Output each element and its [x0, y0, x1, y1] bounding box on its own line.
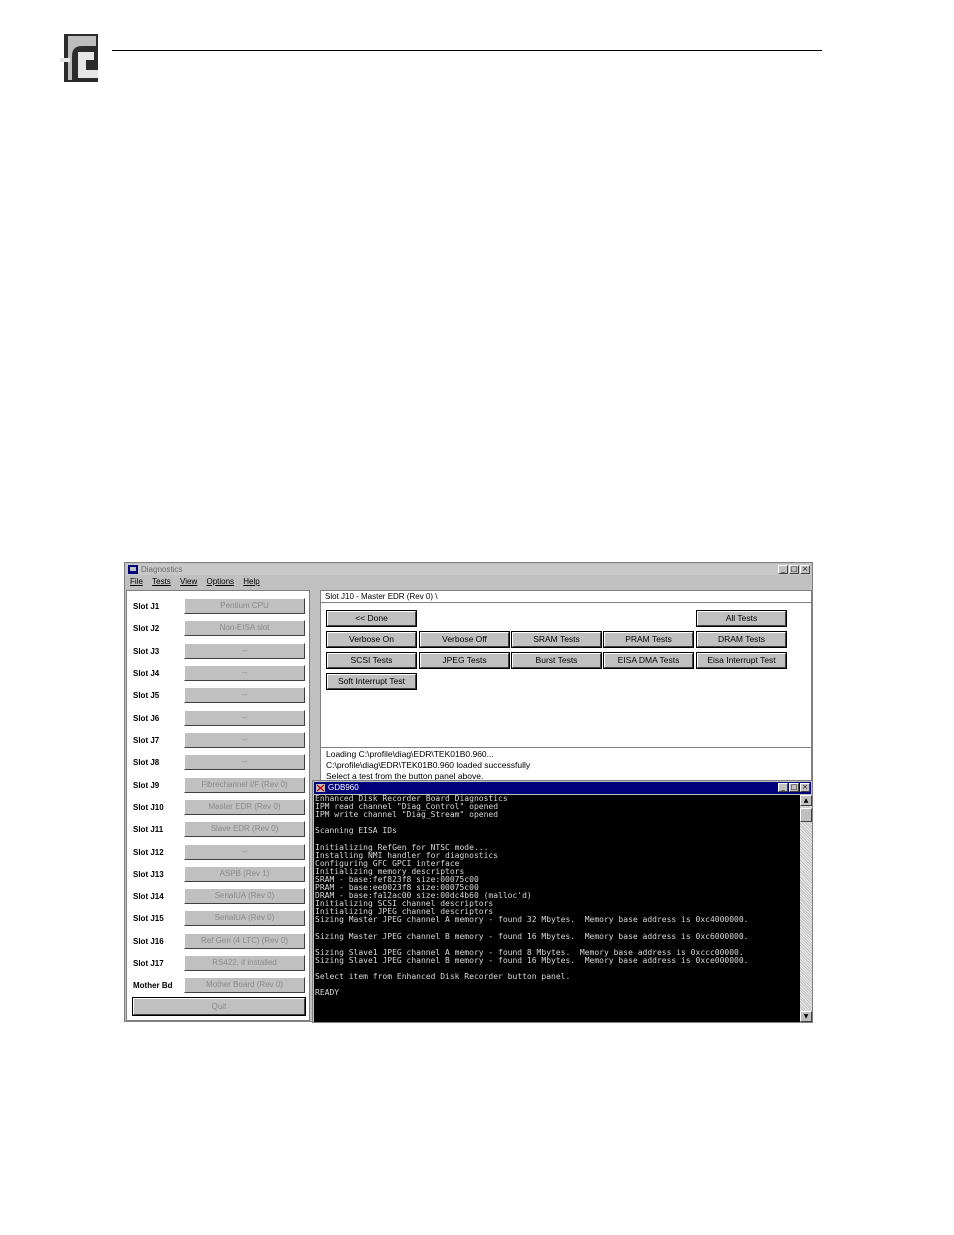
test-panel-divider: [321, 602, 811, 603]
status-line: C:\profile\diag\EDR\TEK01B0.960 loaded s…: [326, 760, 531, 770]
console-line: Select item from Enhanced Disk Recorder …: [315, 972, 571, 982]
jpeg-tests-button[interactable]: JPEG Tests: [419, 652, 510, 669]
done-button[interactable]: << Done: [326, 610, 417, 627]
slot-label: Slot J5: [133, 691, 160, 700]
slot-button[interactable]: --: [184, 687, 305, 703]
slot-button[interactable]: Mother Board (Rev 0): [184, 977, 305, 993]
scsi-tests-button[interactable]: SCSI Tests: [326, 652, 417, 669]
slot-label: Mother Bd: [133, 981, 173, 990]
company-logo: [58, 32, 104, 84]
console-line: Scanning EISA IDs: [315, 826, 397, 836]
slot-button[interactable]: --: [184, 665, 305, 681]
slot-label: Slot J4: [133, 669, 160, 678]
console-output[interactable]: Enhanced Disk Recorder Board Diagnostics…: [314, 795, 800, 1022]
console-line: IPM write channel "Diag_Stream" opened: [315, 810, 499, 820]
menu-tests[interactable]: Tests: [152, 577, 171, 586]
slot-label: Slot J3: [133, 647, 160, 656]
selected-slot-title: Slot J10 - Master EDR (Rev 0) \: [325, 592, 438, 601]
minimize-button[interactable]: _: [778, 783, 788, 792]
verbose-on-button[interactable]: Verbose On: [326, 631, 417, 648]
close-button[interactable]: ×: [800, 783, 810, 792]
slot-label: Slot J11: [133, 825, 164, 834]
all-tests-button[interactable]: All Tests: [696, 610, 787, 627]
menu-bar: File Tests View Options Help: [126, 576, 811, 588]
slot-button[interactable]: ASPB (Rev 1): [184, 866, 305, 882]
slot-label: Slot J9: [133, 781, 160, 790]
diagnostics-titlebar[interactable]: Diagnostics _ □ ×: [126, 564, 811, 575]
slot-button[interactable]: --: [184, 754, 305, 770]
slot-label: Slot J6: [133, 714, 160, 723]
verbose-off-button[interactable]: Verbose Off: [419, 631, 510, 648]
soft-interrupt-test-button[interactable]: Soft Interrupt Test: [326, 673, 417, 690]
eisa-dma-tests-button[interactable]: EISA DMA Tests: [603, 652, 694, 669]
scroll-up-icon[interactable]: ▲: [800, 795, 812, 806]
app-icon: [128, 565, 138, 574]
slot-button[interactable]: Ref Gen (4 LTC) (Rev 0): [184, 933, 305, 949]
maximize-button[interactable]: □: [789, 565, 799, 574]
slot-label: Slot J15: [133, 914, 164, 923]
console-line: Sizing Master JPEG channel A memory - fo…: [315, 915, 749, 925]
slot-button[interactable]: Fibrechannel I/F (Rev 0): [184, 777, 305, 793]
header-rule: [112, 50, 822, 51]
slot-label: Slot J17: [133, 959, 164, 968]
slot-label: Slot J7: [133, 736, 160, 745]
slot-label: Slot J8: [133, 758, 160, 767]
console-scrollbar[interactable]: ▲ ▼: [800, 795, 812, 1022]
scroll-thumb[interactable]: [800, 808, 812, 822]
slot-button[interactable]: Slave EDR (Rev 0): [184, 821, 305, 837]
burst-tests-button[interactable]: Burst Tests: [511, 652, 602, 669]
maximize-button[interactable]: □: [789, 783, 799, 792]
slot-button[interactable]: --: [184, 710, 305, 726]
slot-label: Slot J13: [133, 870, 164, 879]
console-titlebar[interactable]: GDB960 _ □ ×: [314, 782, 811, 794]
slot-button[interactable]: Non-EISA slot: [184, 620, 305, 636]
slot-label: Slot J16: [133, 937, 164, 946]
slot-label: Slot J10: [133, 803, 164, 812]
slot-button[interactable]: --: [184, 844, 305, 860]
sram-tests-button[interactable]: SRAM Tests: [511, 631, 602, 648]
menu-options[interactable]: Options: [206, 577, 234, 586]
pram-tests-button[interactable]: PRAM Tests: [603, 631, 694, 648]
slot-button[interactable]: SerialUA (Rev 0): [184, 888, 305, 904]
slot-panel: Slot J1 Pentium CPU Slot J2 Non-EISA slo…: [126, 590, 310, 1021]
console-icon: [316, 784, 325, 792]
slot-button[interactable]: SerialUA (Rev 0): [184, 910, 305, 926]
status-panel: Loading C:\profile\diag\EDR\TEK01B0.960.…: [320, 747, 812, 781]
console-line: READY: [315, 988, 340, 998]
quit-button[interactable]: Quit: [132, 997, 306, 1016]
dram-tests-button[interactable]: DRAM Tests: [696, 631, 787, 648]
menu-view[interactable]: View: [180, 577, 197, 586]
scroll-down-icon[interactable]: ▼: [800, 1011, 812, 1022]
console-line: Sizing Master JPEG channel B memory - fo…: [315, 931, 749, 941]
minimize-button[interactable]: _: [778, 565, 788, 574]
menu-file[interactable]: File: [130, 577, 143, 586]
status-line: Loading C:\profile\diag\EDR\TEK01B0.960.…: [326, 749, 494, 759]
slot-label: Slot J14: [133, 892, 164, 901]
console-title: GDB960: [328, 783, 359, 792]
test-panel: Slot J10 - Master EDR (Rev 0) \ << Done …: [320, 590, 812, 748]
close-button[interactable]: ×: [800, 565, 810, 574]
slot-button[interactable]: Pentium CPU: [184, 598, 305, 614]
slot-button[interactable]: RS422, if installed: [184, 955, 305, 971]
eisa-interrupt-test-button[interactable]: Eisa Interrupt Test: [696, 652, 787, 669]
slot-button[interactable]: --: [184, 643, 305, 659]
slot-label: Slot J12: [133, 848, 164, 857]
slot-label: Slot J1: [133, 602, 160, 611]
menu-help[interactable]: Help: [243, 577, 259, 586]
slot-button[interactable]: --: [184, 732, 305, 748]
slot-button[interactable]: Master EDR (Rev 0): [184, 799, 305, 815]
console-window: GDB960 _ □ × Enhanced Disk Recorder Boar…: [312, 780, 813, 1023]
diagnostics-title: Diagnostics: [141, 565, 183, 574]
console-line: Sizing Slave1 JPEG channel B memory - fo…: [315, 955, 749, 965]
slot-label: Slot J2: [133, 624, 160, 633]
